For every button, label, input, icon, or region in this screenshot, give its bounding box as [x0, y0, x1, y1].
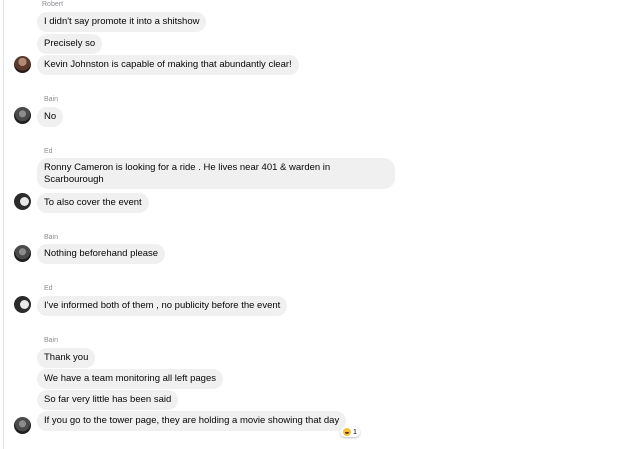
message-bubble[interactable]: Ronny Cameron is looking for a ride . He… — [37, 158, 395, 189]
reaction-badge[interactable]: 1 — [340, 427, 360, 437]
message-bubble[interactable]: We have a team monitoring all left pages — [37, 369, 223, 389]
avatar[interactable] — [14, 296, 31, 313]
sender-name: Bain — [44, 337, 59, 344]
avatar[interactable] — [14, 193, 31, 210]
message-bubble[interactable]: I've informed both of them , no publicit… — [37, 296, 288, 316]
avatar[interactable] — [14, 56, 31, 73]
laughing-face-icon — [343, 428, 351, 436]
message-bubble[interactable]: If you go to the tower page, they are ho… — [37, 411, 347, 431]
window-edge — [0, 0, 4, 449]
avatar[interactable] — [14, 417, 31, 434]
message-bubble[interactable]: Nothing beforehand please — [37, 244, 166, 264]
reaction-count: 1 — [353, 428, 357, 436]
message-bubble[interactable]: No — [37, 107, 64, 127]
message-bubble[interactable]: So far very little has been said — [37, 390, 179, 410]
message-bubble[interactable]: Precisely so — [37, 34, 103, 54]
message-bubble[interactable]: Thank you — [37, 348, 96, 368]
sender-name: Bain — [44, 234, 59, 241]
sender-name: Robert — [42, 1, 64, 8]
message-bubble[interactable]: Kevin Johnston is capable of making that… — [37, 55, 299, 75]
sender-name: Ed — [44, 285, 53, 292]
message-bubble[interactable]: I didn't say promote it into a shitshow — [37, 12, 207, 32]
sender-name: Bain — [44, 96, 59, 103]
avatar[interactable] — [14, 107, 31, 124]
avatar[interactable] — [14, 245, 31, 262]
message-bubble[interactable]: To also cover the event — [37, 193, 149, 213]
sender-name: Ed — [44, 148, 53, 155]
